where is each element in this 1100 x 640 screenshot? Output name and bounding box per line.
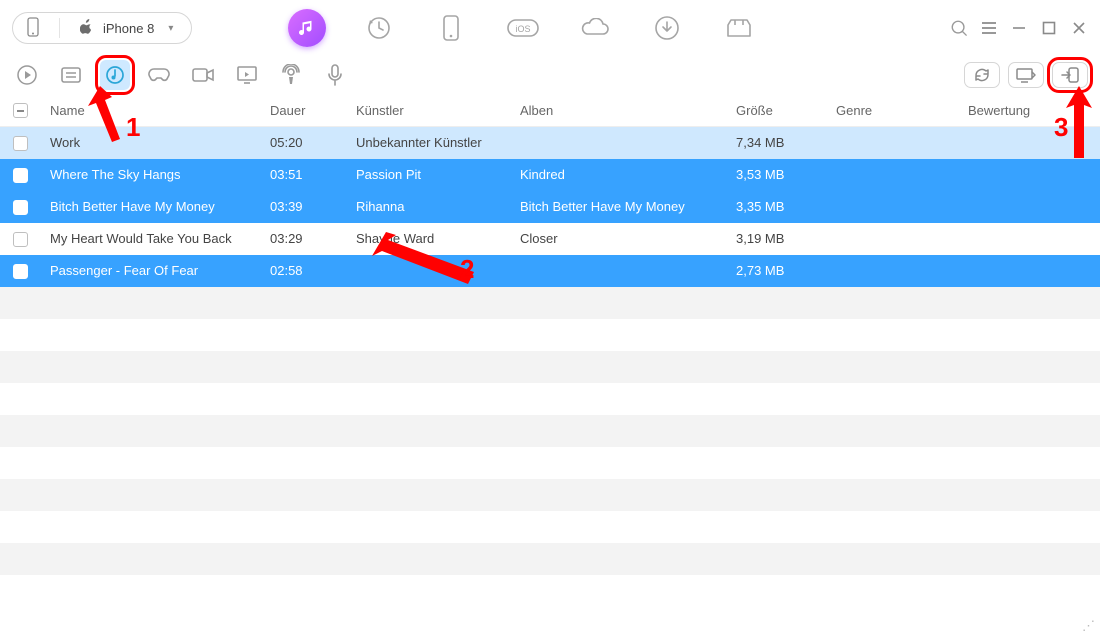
cell-genre [826,223,958,255]
header-checkbox[interactable] [13,103,28,118]
chevron-down-icon: ▾ [168,23,173,34]
row-checkbox[interactable] [13,200,28,215]
table-row-empty [0,575,1100,607]
col-name[interactable]: Name [40,94,260,127]
cat-podcast[interactable] [276,60,306,90]
cell-dauer: 03:29 [260,223,346,255]
tool-refresh[interactable] [964,62,1000,88]
cell-bewertung [958,159,1100,191]
cell-alben: Closer [510,223,726,255]
table-header-row: Name Dauer Künstler Alben Größe Genre Be… [0,94,1100,127]
table-row-empty [0,511,1100,543]
iphone-icon [27,17,39,40]
row-checkbox[interactable] [13,168,28,183]
cell-groesse: 3,35 MB [726,191,826,223]
cell-genre [826,159,958,191]
menu-icon[interactable] [980,19,998,37]
cell-name: Work [40,127,260,159]
table-row[interactable]: Work05:20Unbekannter Künstler 7,34 MB [0,127,1100,159]
cat-songs[interactable] [100,60,130,90]
table-row-empty [0,319,1100,351]
table-row-empty [0,287,1100,319]
col-bewertung[interactable]: Bewertung [958,94,1100,127]
cell-bewertung [958,127,1100,159]
cell-alben: Kindred [510,159,726,191]
cell-kuenstler: Rihanna [346,191,510,223]
cell-name: Where The Sky Hangs [40,159,260,191]
cell-groesse: 7,34 MB [726,127,826,159]
cell-alben: Bitch Better Have My Money [510,191,726,223]
table-row-empty [0,479,1100,511]
window-maximize[interactable] [1040,19,1058,37]
cell-alben [510,255,726,287]
cell-genre [826,127,958,159]
cell-kuenstler: Shayne Ward [346,223,510,255]
module-media[interactable] [288,9,326,47]
search-icon[interactable] [950,19,968,37]
module-device[interactable] [432,9,470,47]
cell-bewertung [958,255,1100,287]
device-name: iPhone 8 [103,21,154,36]
cell-bewertung [958,191,1100,223]
songs-table: Name Dauer Künstler Alben Größe Genre Be… [0,94,1100,607]
cell-dauer: 05:20 [260,127,346,159]
table-row-empty [0,447,1100,479]
apple-icon [80,19,93,37]
cell-name: My Heart Would Take You Back [40,223,260,255]
window-close[interactable] [1070,19,1088,37]
cat-voice-memo[interactable] [320,60,350,90]
cell-kuenstler: Passion Pit [346,159,510,191]
cell-groesse: 2,73 MB [726,255,826,287]
row-checkbox[interactable] [13,232,28,247]
device-selector[interactable]: iPhone 8 ▾ [12,12,192,44]
resize-handle-icon[interactable]: ⋰ [1082,618,1092,634]
module-download[interactable] [648,9,686,47]
cat-tv[interactable] [232,60,262,90]
module-icloud[interactable] [576,9,614,47]
cell-dauer: 02:58 [260,255,346,287]
cell-groesse: 3,19 MB [726,223,826,255]
col-groesse[interactable]: Größe [726,94,826,127]
table-row-empty [0,383,1100,415]
row-checkbox[interactable] [13,264,28,279]
col-alben[interactable]: Alben [510,94,726,127]
module-backup[interactable] [360,9,398,47]
module-ios[interactable]: iOS [504,9,542,47]
cell-dauer: 03:39 [260,191,346,223]
cat-playlist[interactable] [56,60,86,90]
table-row-empty [0,543,1100,575]
cell-dauer: 03:51 [260,159,346,191]
col-genre[interactable]: Genre [826,94,958,127]
cell-name: Bitch Better Have My Money [40,191,260,223]
module-ringtone[interactable] [720,9,758,47]
cell-kuenstler [346,255,510,287]
separator [59,18,60,38]
window-minimize[interactable] [1010,19,1028,37]
table-row-empty [0,415,1100,447]
tool-to-device[interactable] [1052,62,1088,88]
table-row[interactable]: Bitch Better Have My Money03:39RihannaBi… [0,191,1100,223]
cell-groesse: 3,53 MB [726,159,826,191]
cell-name: Passenger - Fear Of Fear [40,255,260,287]
tool-to-pc[interactable] [1008,62,1044,88]
cat-play[interactable] [12,60,42,90]
cell-kuenstler: Unbekannter Künstler [346,127,510,159]
row-checkbox[interactable] [13,136,28,151]
cell-bewertung [958,223,1100,255]
cell-genre [826,191,958,223]
col-dauer[interactable]: Dauer [260,94,346,127]
col-kuenstler[interactable]: Künstler [346,94,510,127]
table-row[interactable]: My Heart Would Take You Back03:29Shayne … [0,223,1100,255]
cell-genre [826,255,958,287]
table-row[interactable]: Passenger - Fear Of Fear02:58 2,73 MB [0,255,1100,287]
svg-text:iOS: iOS [515,24,530,34]
table-row[interactable]: Where The Sky Hangs03:51Passion PitKindr… [0,159,1100,191]
cat-video[interactable] [188,60,218,90]
table-row-empty [0,351,1100,383]
cat-games[interactable] [144,60,174,90]
cell-alben [510,127,726,159]
